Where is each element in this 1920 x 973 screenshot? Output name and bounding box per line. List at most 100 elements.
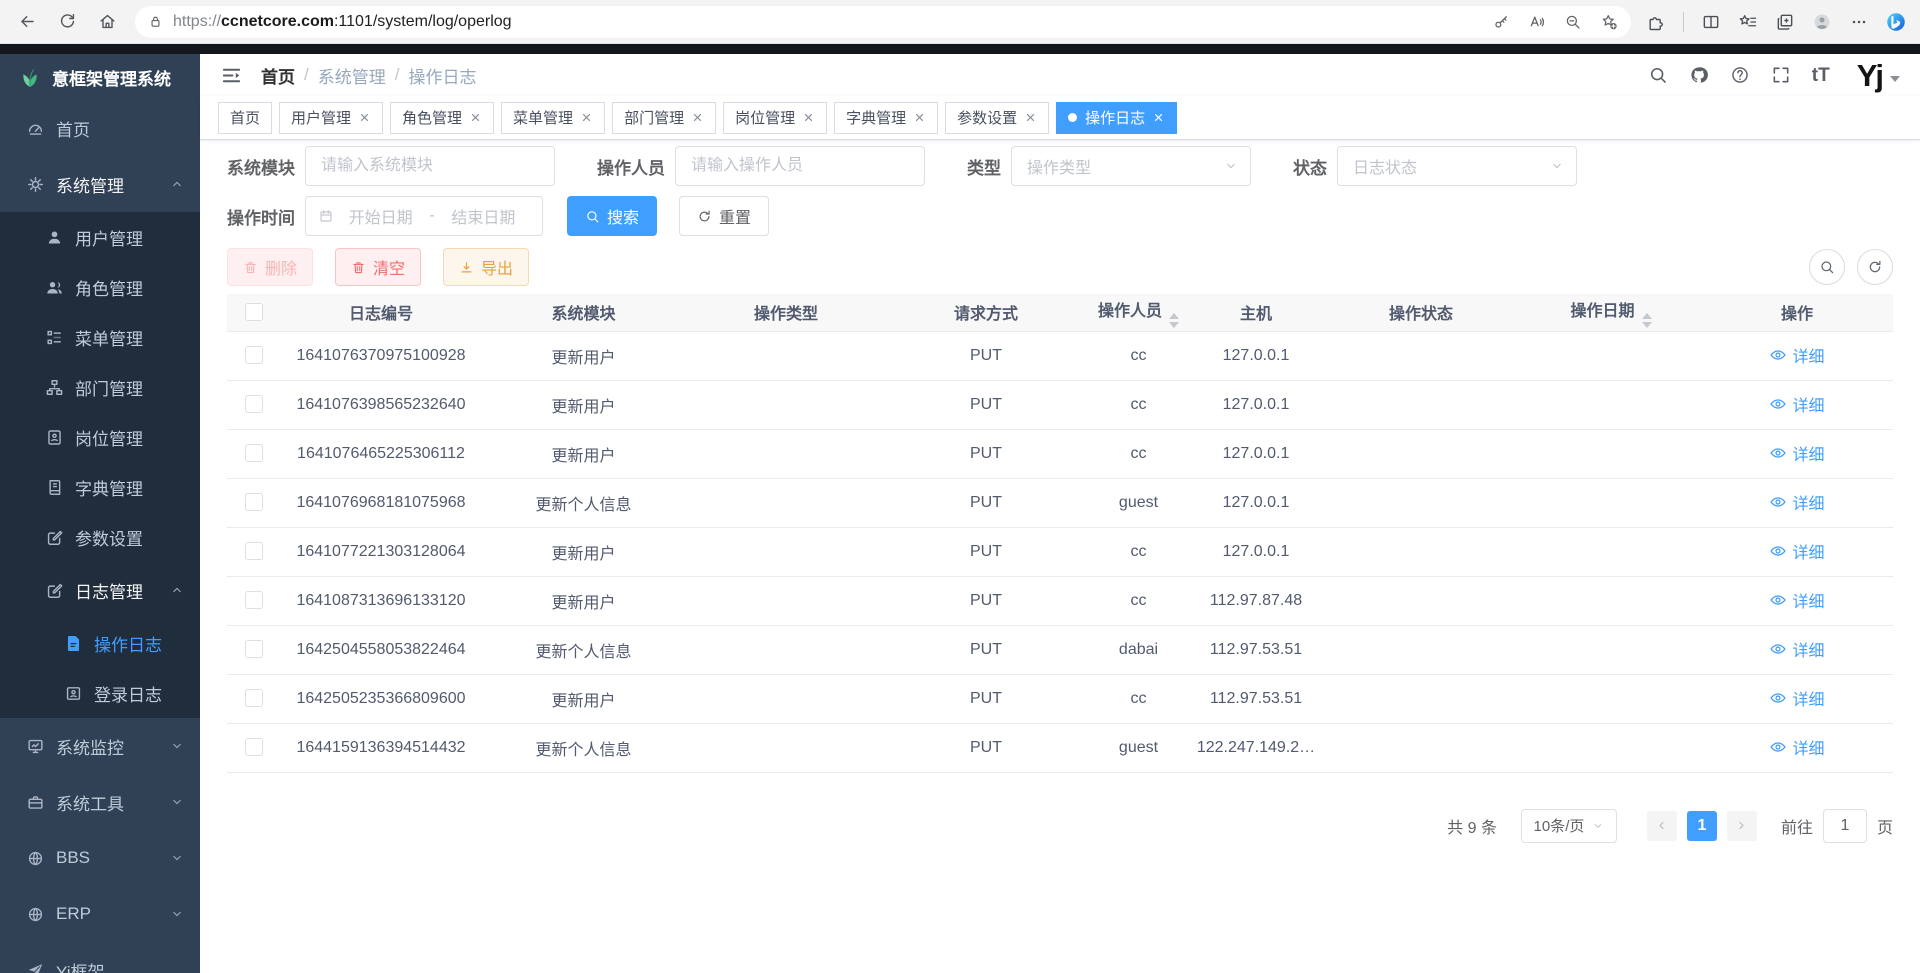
address-bar[interactable]: https://ccnetcore.com:1101/system/log/op… (134, 5, 1632, 39)
profile-avatar-icon[interactable] (1812, 12, 1832, 32)
sidebar-item-home[interactable]: 首页 (0, 100, 200, 156)
sort-icons[interactable] (1642, 313, 1652, 328)
refresh-table-button[interactable] (1857, 249, 1893, 285)
sidebar-item-post-mgmt[interactable]: 岗位管理 (0, 412, 200, 462)
sidebar-item-menu-mgmt[interactable]: 菜单管理 (0, 312, 200, 362)
tab-user-mgmt[interactable]: 用户管理 (279, 102, 383, 134)
browser-refresh-button[interactable] (50, 5, 84, 39)
close-icon[interactable] (580, 111, 593, 124)
sidebar-item-log-mgmt[interactable]: 日志管理 (0, 562, 200, 618)
font-size-icon[interactable]: tT (1812, 66, 1830, 85)
page-number-button[interactable]: 1 (1687, 811, 1717, 841)
type-select[interactable]: 操作类型 (1011, 146, 1251, 186)
row-checkbox[interactable] (245, 493, 263, 511)
sort-icons[interactable] (1169, 313, 1179, 328)
close-icon[interactable] (358, 111, 371, 124)
delete-button[interactable]: 删除 (227, 248, 313, 286)
browser-back-button[interactable] (10, 5, 44, 39)
tab-role-mgmt[interactable]: 角色管理 (390, 102, 494, 134)
close-icon[interactable] (913, 111, 926, 124)
tab-post-mgmt[interactable]: 岗位管理 (723, 102, 827, 134)
extensions-icon[interactable] (1646, 12, 1666, 32)
breadcrumb-home[interactable]: 首页 (261, 63, 295, 88)
sidebar-item-oper-log[interactable]: 操作日志 (0, 618, 200, 668)
hamburger-icon[interactable] (220, 64, 243, 87)
row-checkbox[interactable] (245, 640, 263, 658)
close-icon[interactable] (1152, 111, 1165, 124)
detail-link[interactable]: 详细 (1769, 392, 1824, 416)
split-screen-icon[interactable] (1701, 12, 1721, 32)
close-icon[interactable] (802, 111, 815, 124)
status-select[interactable]: 日志状态 (1337, 146, 1577, 186)
sidebar-item-system-tools[interactable]: 系统工具 (0, 774, 200, 830)
row-checkbox[interactable] (245, 542, 263, 560)
close-icon[interactable] (469, 111, 482, 124)
detail-link[interactable]: 详细 (1769, 441, 1824, 465)
detail-link[interactable]: 详细 (1769, 735, 1824, 759)
row-checkbox[interactable] (245, 689, 263, 707)
close-icon[interactable] (1024, 111, 1037, 124)
search-button[interactable]: 搜索 (567, 196, 657, 236)
tab-dept-mgmt[interactable]: 部门管理 (612, 102, 716, 134)
sidebar-item-erp[interactable]: ERP (0, 886, 200, 942)
sidebar-item-user-mgmt[interactable]: 用户管理 (0, 212, 200, 262)
sidebar-item-role-mgmt[interactable]: 角色管理 (0, 262, 200, 312)
row-checkbox[interactable] (245, 395, 263, 413)
collections-icon[interactable] (1775, 12, 1795, 32)
sidebar-item-yi-framework[interactable]: Yi框架 (0, 942, 200, 973)
detail-link[interactable]: 详细 (1769, 588, 1824, 612)
detail-link[interactable]: 详细 (1769, 637, 1824, 661)
col-operator[interactable]: 操作人员 (1086, 294, 1191, 331)
tab-oper-log[interactable]: 操作日志 (1056, 102, 1177, 134)
zoom-out-icon[interactable] (1564, 13, 1582, 31)
row-checkbox[interactable] (245, 444, 263, 462)
read-aloud-icon[interactable] (1528, 13, 1546, 31)
row-checkbox[interactable] (245, 591, 263, 609)
detail-link[interactable]: 详细 (1769, 686, 1824, 710)
header-search-icon[interactable] (1648, 65, 1668, 85)
date-range-picker[interactable]: 开始日期 - 结束日期 (305, 196, 543, 236)
goto-page-input[interactable] (1823, 809, 1867, 843)
export-button[interactable]: 导出 (443, 248, 529, 286)
sidebar-item-dict-mgmt[interactable]: 字典管理 (0, 462, 200, 512)
header-select-all[interactable] (227, 294, 281, 331)
sidebar-item-bbs[interactable]: BBS (0, 830, 200, 886)
app-logo[interactable]: 意框架管理系统 (0, 54, 200, 100)
tab-dict-mgmt[interactable]: 字典管理 (834, 102, 938, 134)
close-icon[interactable] (691, 111, 704, 124)
table-row: 1642504558053822464 更新个人信息 PUT dabai 112… (227, 625, 1893, 674)
bing-chat-icon[interactable] (1886, 12, 1906, 32)
clear-button[interactable]: 清空 (335, 248, 421, 286)
sidebar-item-system-monitor[interactable]: 系统监控 (0, 718, 200, 774)
help-icon[interactable] (1730, 65, 1750, 85)
next-page-button[interactable] (1727, 811, 1757, 841)
detail-link[interactable]: 详细 (1769, 343, 1824, 367)
browser-home-button[interactable] (90, 5, 124, 39)
sidebar-item-dept-mgmt[interactable]: 部门管理 (0, 362, 200, 412)
detail-link[interactable]: 详细 (1769, 539, 1824, 563)
github-icon[interactable] (1689, 65, 1709, 85)
detail-link[interactable]: 详细 (1769, 490, 1824, 514)
tab-param-settings[interactable]: 参数设置 (945, 102, 1049, 134)
sidebar-item-param-settings[interactable]: 参数设置 (0, 512, 200, 562)
page-size-select[interactable]: 10条/页 (1521, 809, 1617, 843)
show-search-toggle-button[interactable] (1809, 249, 1845, 285)
prev-page-button[interactable] (1647, 811, 1677, 841)
user-avatar[interactable]: Yj (1857, 60, 1900, 91)
browser-menu-icon[interactable] (1849, 12, 1869, 32)
select-all-checkbox[interactable] (245, 303, 263, 321)
password-key-icon[interactable] (1492, 13, 1510, 31)
operator-input[interactable] (675, 146, 925, 186)
sidebar-item-system-mgmt[interactable]: 系统管理 (0, 156, 200, 212)
tab-home[interactable]: 首页 (218, 102, 272, 134)
add-favorite-icon[interactable] (1600, 13, 1618, 31)
row-checkbox[interactable] (245, 346, 263, 364)
module-input[interactable] (305, 146, 555, 186)
col-date[interactable]: 操作日期 (1521, 294, 1701, 331)
reset-button[interactable]: 重置 (679, 196, 769, 236)
tab-menu-mgmt[interactable]: 菜单管理 (501, 102, 605, 134)
favorites-icon[interactable] (1738, 12, 1758, 32)
sidebar-item-login-log[interactable]: 登录日志 (0, 668, 200, 718)
fullscreen-icon[interactable] (1771, 65, 1791, 85)
row-checkbox[interactable] (245, 738, 263, 756)
